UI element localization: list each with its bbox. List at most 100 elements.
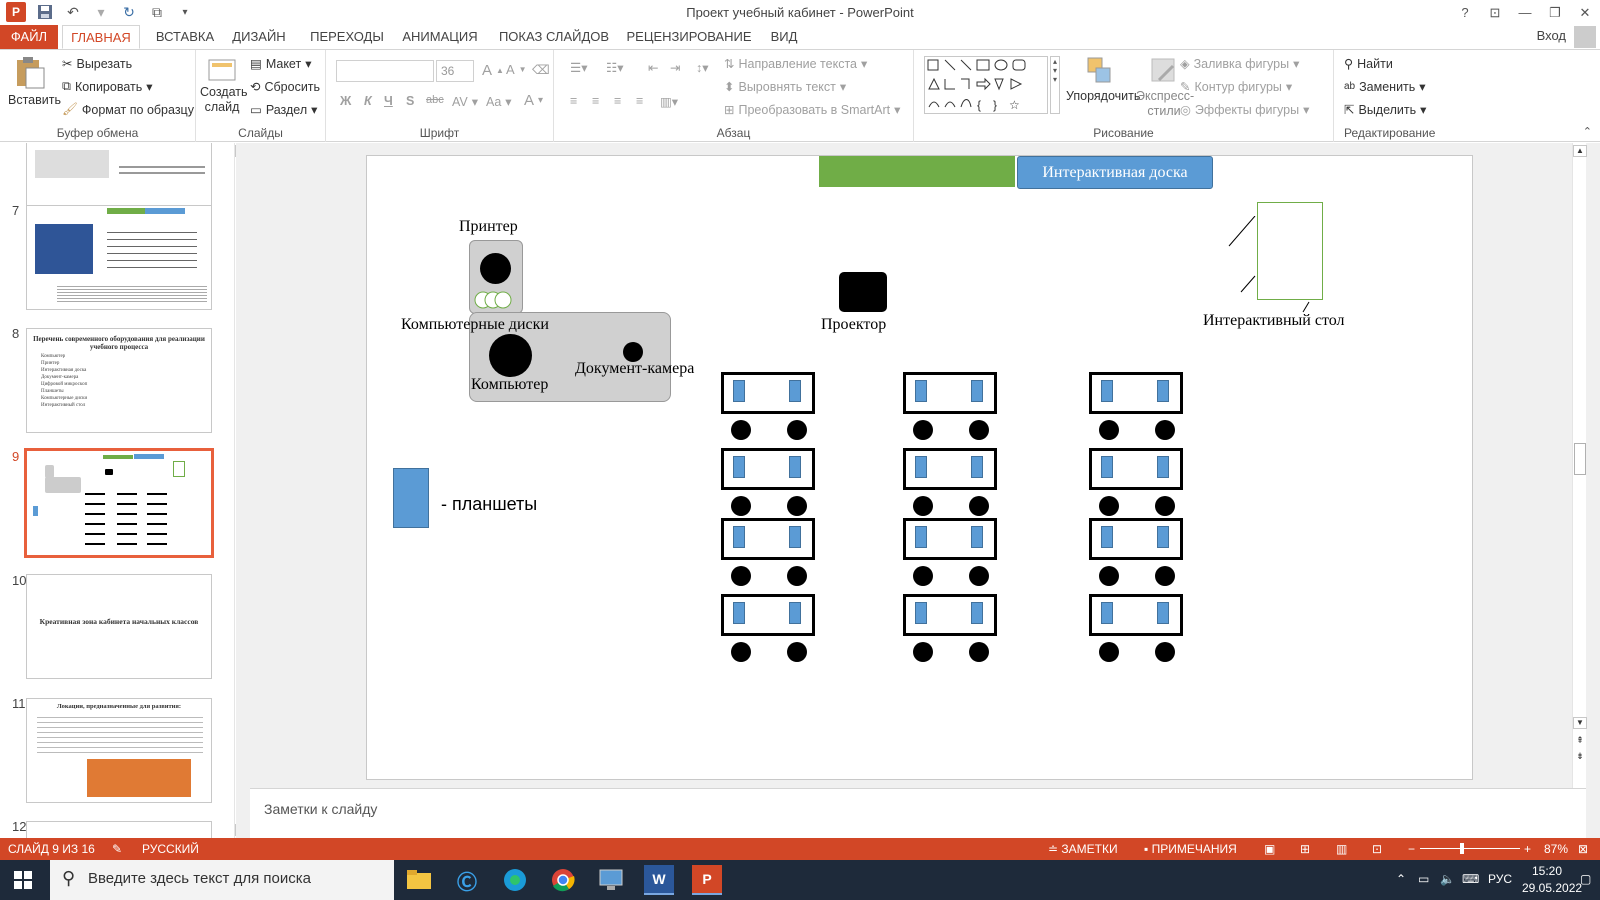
- tablet[interactable]: [733, 380, 745, 402]
- tablet[interactable]: [1157, 380, 1169, 402]
- clock-date[interactable]: 29.05.2022: [1522, 881, 1582, 895]
- thumbnail-12[interactable]: [26, 821, 212, 838]
- tablet[interactable]: [1101, 456, 1113, 478]
- justify-icon[interactable]: ≡: [636, 94, 643, 108]
- tablet[interactable]: [733, 526, 745, 548]
- student-seat[interactable]: [1155, 566, 1175, 586]
- student-seat[interactable]: [731, 496, 751, 516]
- numbering-icon[interactable]: ☷▾: [606, 60, 623, 75]
- computer-label[interactable]: Компьютер: [471, 376, 548, 394]
- tablet[interactable]: [789, 456, 801, 478]
- font-size-input[interactable]: 36: [436, 60, 474, 82]
- slide-canvas[interactable]: Интерактивная доска Принтер Компьютерные…: [366, 155, 1473, 780]
- underline-button[interactable]: Ч: [384, 94, 393, 108]
- taskbar-search[interactable]: ⚲ Введите здесь текст для поиска: [50, 860, 394, 900]
- shrink-font-icon[interactable]: A ▼: [506, 62, 527, 77]
- maximize-icon[interactable]: ❐: [1540, 0, 1570, 25]
- network-icon[interactable]: ▭: [1418, 872, 1429, 886]
- tablet[interactable]: [915, 526, 927, 548]
- change-case-button[interactable]: Aa ▾: [486, 94, 512, 110]
- tab-review[interactable]: РЕЦЕНЗИРОВАНИЕ: [626, 25, 752, 49]
- student-seat[interactable]: [1099, 566, 1119, 586]
- normal-view-icon[interactable]: ▣: [1264, 842, 1275, 856]
- columns-icon[interactable]: ▥▾: [660, 94, 678, 109]
- cut-button[interactable]: ✂ Вырезать: [62, 56, 132, 72]
- tab-animation[interactable]: АНИМАЦИЯ: [400, 25, 480, 49]
- align-text-button[interactable]: ⬍ Выровнять текст ▾: [724, 79, 846, 95]
- student-seat[interactable]: [1099, 496, 1119, 516]
- layout-button[interactable]: ▤ Макет ▾: [250, 56, 311, 72]
- increase-indent-icon[interactable]: ⇥: [670, 60, 680, 75]
- student-seat[interactable]: [969, 642, 989, 662]
- language-indicator[interactable]: РУССКИЙ: [142, 842, 199, 856]
- thumbnail-10[interactable]: Креативная зона кабинета начальных класс…: [26, 574, 212, 679]
- student-seat[interactable]: [787, 566, 807, 586]
- paste-button[interactable]: Вставить: [8, 56, 61, 107]
- file-explorer-icon[interactable]: [404, 865, 434, 895]
- section-button[interactable]: ▭ Раздел ▾: [250, 102, 317, 118]
- scroll-down-icon[interactable]: ▼: [1573, 717, 1587, 729]
- student-seat[interactable]: [787, 496, 807, 516]
- scroll-up-icon[interactable]: ▲: [235, 145, 236, 157]
- close-icon[interactable]: ✕: [1570, 0, 1600, 25]
- zoom-level[interactable]: 87%: [1544, 842, 1568, 856]
- format-painter-button[interactable]: 🖌 Формат по образцу: [62, 102, 194, 117]
- keyboard-icon[interactable]: ⌨: [1462, 872, 1479, 886]
- zoom-slider[interactable]: [1420, 848, 1520, 849]
- new-slide-button[interactable]: Создать слайд: [200, 56, 248, 115]
- tablet[interactable]: [1157, 602, 1169, 624]
- student-seat[interactable]: [1155, 420, 1175, 440]
- chrome-icon[interactable]: [548, 865, 578, 895]
- replace-button[interactable]: ab Заменить ▾: [1344, 79, 1426, 95]
- tablet[interactable]: [789, 526, 801, 548]
- tablet[interactable]: [971, 526, 983, 548]
- help-icon[interactable]: ?: [1450, 0, 1480, 25]
- interactive-board-label[interactable]: Интерактивная доска: [1017, 156, 1213, 189]
- projector-shape[interactable]: [839, 272, 887, 312]
- tablet[interactable]: [789, 380, 801, 402]
- tab-slideshow[interactable]: ПОКАЗ СЛАЙДОВ: [498, 25, 610, 49]
- reading-view-icon[interactable]: ▥: [1336, 842, 1347, 856]
- projector-label[interactable]: Проектор: [821, 316, 886, 334]
- align-left-icon[interactable]: ≡: [570, 94, 577, 108]
- student-seat[interactable]: [731, 566, 751, 586]
- avatar[interactable]: [1574, 26, 1596, 48]
- student-seat[interactable]: [787, 420, 807, 440]
- student-seat[interactable]: [731, 642, 751, 662]
- student-seat[interactable]: [1099, 642, 1119, 662]
- thumbnail-8[interactable]: Перечень современного оборудования для р…: [26, 328, 212, 433]
- tablet[interactable]: [971, 456, 983, 478]
- student-seat[interactable]: [913, 642, 933, 662]
- clear-format-icon[interactable]: ⌫: [532, 62, 550, 77]
- volume-icon[interactable]: 🔈: [1440, 872, 1455, 886]
- thumbnail-7[interactable]: [26, 205, 212, 310]
- scroll-down-icon[interactable]: ▼: [235, 824, 236, 836]
- notifications-icon[interactable]: ▢: [1580, 872, 1591, 886]
- shapes-gallery[interactable]: {} ☆: [924, 56, 1048, 114]
- slideshow-icon[interactable]: ⊡: [1372, 842, 1382, 856]
- tablets-legend-label[interactable]: - планшеты: [441, 494, 537, 515]
- tablet[interactable]: [971, 380, 983, 402]
- tablet[interactable]: [733, 602, 745, 624]
- tab-file[interactable]: ФАЙЛ: [0, 25, 58, 49]
- tablet[interactable]: [915, 602, 927, 624]
- char-spacing-button[interactable]: AV ▾: [452, 94, 478, 110]
- tablet[interactable]: [1101, 380, 1113, 402]
- input-language[interactable]: РУС: [1488, 872, 1512, 886]
- bullets-icon[interactable]: ☰▾: [570, 60, 587, 75]
- tab-home[interactable]: ГЛАВНАЯ: [62, 25, 140, 49]
- student-seat[interactable]: [913, 496, 933, 516]
- tab-transitions[interactable]: ПЕРЕХОДЫ: [306, 25, 388, 49]
- decrease-indent-icon[interactable]: ⇤: [648, 60, 658, 75]
- reset-button[interactable]: ⟲ Сбросить: [250, 79, 320, 95]
- slide-thumbnails-pane[interactable]: 7 8 Перечень современного оборудования д…: [0, 143, 236, 838]
- shape-outline-button[interactable]: ✎ Контур фигуры ▾: [1180, 79, 1292, 95]
- grow-font-icon[interactable]: A ▲: [482, 62, 504, 79]
- student-seat[interactable]: [731, 420, 751, 440]
- align-right-icon[interactable]: ≡: [614, 94, 621, 108]
- tray-chevron-icon[interactable]: ⌃: [1396, 872, 1406, 886]
- ribbon-display-icon[interactable]: ⊡: [1480, 0, 1510, 25]
- printer-label[interactable]: Принтер: [459, 218, 518, 236]
- spellcheck-icon[interactable]: ✎: [112, 842, 122, 856]
- edge-icon[interactable]: [500, 865, 530, 895]
